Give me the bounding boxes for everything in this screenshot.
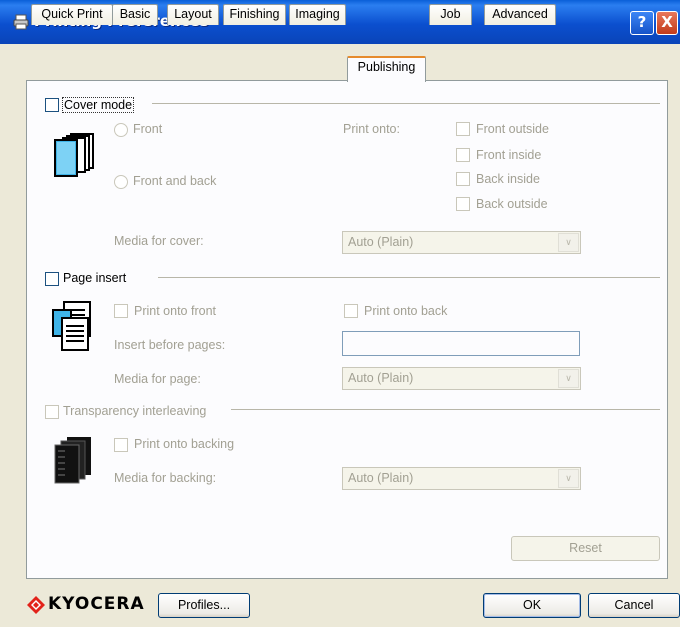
front-radio-label: Front xyxy=(133,122,163,136)
back-outside-checkbox[interactable] xyxy=(456,197,470,211)
print-onto-back-label: Print onto back xyxy=(364,304,448,318)
front-and-back-radio-label: Front and back xyxy=(133,174,217,188)
media-for-backing-select[interactable]: Auto (Plain) ∨ xyxy=(342,467,581,490)
transparency-interleaving-icon xyxy=(54,437,91,484)
print-onto-front-checkbox[interactable] xyxy=(114,304,128,318)
front-radio[interactable] xyxy=(114,123,128,137)
chevron-down-icon: ∨ xyxy=(558,233,579,252)
print-onto-label: Print onto: xyxy=(343,122,400,136)
transparency-separator xyxy=(231,409,660,410)
back-inside-checkbox[interactable] xyxy=(456,172,470,186)
close-button[interactable]: X xyxy=(656,11,678,35)
media-for-cover-value: Auto (Plain) xyxy=(348,235,414,249)
page-insert-label[interactable]: Page insert xyxy=(63,271,126,285)
chevron-down-icon: ∨ xyxy=(558,469,579,488)
cover-mode-icon xyxy=(54,133,94,177)
reset-button[interactable]: Reset xyxy=(511,536,660,561)
page-insert-checkbox[interactable] xyxy=(45,272,59,286)
kyocera-logo-text: KYOCERA xyxy=(48,594,145,614)
front-outside-label: Front outside xyxy=(476,122,549,136)
printing-preferences-dialog: Printing Preferences ? X Quick Print Bas… xyxy=(0,0,680,627)
ok-button[interactable]: OK xyxy=(483,593,581,618)
media-for-cover-label: Media for cover: xyxy=(114,234,204,248)
print-onto-front-label: Print onto front xyxy=(134,304,216,318)
tab-layout[interactable]: Layout xyxy=(167,4,219,25)
front-outside-checkbox[interactable] xyxy=(456,122,470,136)
media-for-page-label: Media for page: xyxy=(114,372,201,386)
front-and-back-radio[interactable] xyxy=(114,175,128,189)
cover-separator xyxy=(152,103,660,104)
page-insert-icon xyxy=(52,301,91,351)
transparency-interleaving-checkbox[interactable] xyxy=(45,405,59,419)
insert-before-pages-label: Insert before pages: xyxy=(114,338,226,352)
cover-mode-label[interactable]: Cover mode xyxy=(62,97,135,113)
printer-icon xyxy=(13,14,29,30)
print-onto-backing-label: Print onto backing xyxy=(134,437,235,451)
help-button[interactable]: ? xyxy=(630,11,654,35)
back-inside-label: Back inside xyxy=(476,172,540,186)
tab-job[interactable]: Job xyxy=(429,4,472,25)
front-inside-checkbox[interactable] xyxy=(456,148,470,162)
tab-basic[interactable]: Basic xyxy=(112,4,158,25)
media-for-cover-select[interactable]: Auto (Plain) ∨ xyxy=(342,231,581,254)
print-onto-backing-checkbox[interactable] xyxy=(114,438,128,452)
media-for-page-select[interactable]: Auto (Plain) ∨ xyxy=(342,367,581,390)
media-for-backing-value: Auto (Plain) xyxy=(348,471,414,485)
kyocera-logo-icon xyxy=(27,596,45,614)
print-onto-back-checkbox[interactable] xyxy=(344,304,358,318)
tab-publishing[interactable]: Publishing xyxy=(347,56,426,82)
tab-finishing[interactable]: Finishing xyxy=(223,4,286,25)
cover-mode-checkbox[interactable] xyxy=(45,98,59,112)
back-outside-label: Back outside xyxy=(476,197,548,211)
profiles-button[interactable]: Profiles... xyxy=(158,593,250,618)
transparency-interleaving-label: Transparency interleaving xyxy=(63,404,207,418)
tab-advanced[interactable]: Advanced xyxy=(484,4,556,25)
media-for-backing-label: Media for backing: xyxy=(114,471,217,485)
insert-before-pages-input[interactable] xyxy=(342,331,580,356)
page-insert-separator xyxy=(158,277,660,278)
tab-quick-print[interactable]: Quick Print xyxy=(31,4,113,25)
cancel-button[interactable]: Cancel xyxy=(588,593,680,618)
chevron-down-icon: ∨ xyxy=(558,369,579,388)
front-inside-label: Front inside xyxy=(476,148,542,162)
publishing-panel xyxy=(26,80,668,579)
tab-imaging[interactable]: Imaging xyxy=(289,4,346,25)
media-for-page-value: Auto (Plain) xyxy=(348,371,414,385)
